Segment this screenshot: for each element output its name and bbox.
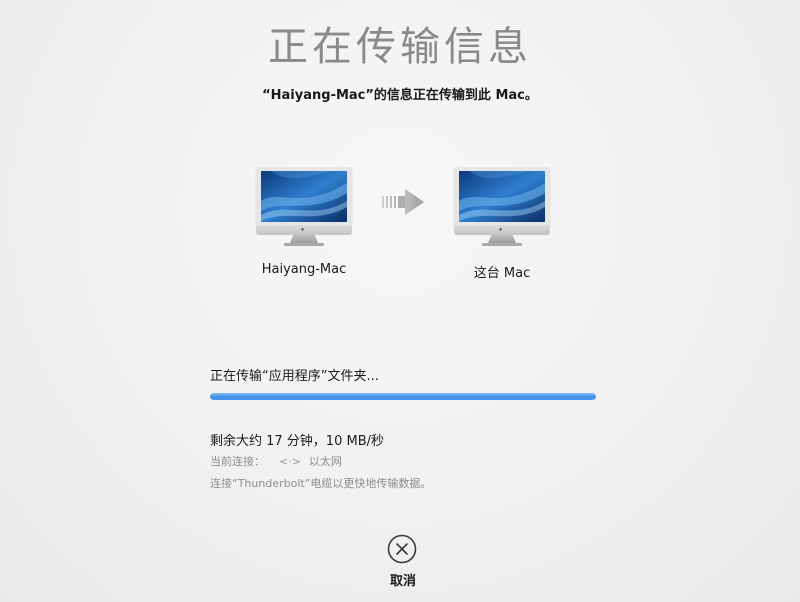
page-subtitle: “Haiyang-Mac”的信息正在传输到此 Mac。 xyxy=(262,88,538,103)
transfer-arrow-icon xyxy=(380,186,426,218)
time-remaining: 剩余大约 17 分钟，10 MB/秒 xyxy=(210,434,384,449)
connection-info: 当前连接： <·> 以太网 xyxy=(210,453,342,469)
source-imac-icon: ● xyxy=(254,166,354,246)
imac-wallpaper xyxy=(459,171,545,222)
imac-stand xyxy=(488,235,516,243)
imac-stand-base xyxy=(284,243,324,246)
apple-logo-icon: ● xyxy=(498,227,503,233)
imac-wallpaper xyxy=(261,171,347,222)
page-title: 正在传输信息 xyxy=(268,24,532,70)
target-imac-icon: ● xyxy=(452,166,552,246)
apple-logo-icon: ● xyxy=(300,227,305,233)
target-computer-label: 这台 Mac xyxy=(473,266,531,281)
imac-stand-base xyxy=(482,243,522,246)
thunderbolt-hint: 连接“Thunderbolt”电缆以更快地传输数据。 xyxy=(210,477,432,490)
connection-value: 以太网 xyxy=(308,455,342,468)
transfer-status: 正在传输“应用程序”文件夹... xyxy=(210,369,379,384)
imac-stand xyxy=(290,235,318,243)
ethernet-arrows-icon: <·> xyxy=(279,454,301,468)
cancel-x-circle-icon[interactable] xyxy=(387,534,417,564)
imac-screen-bezel xyxy=(256,167,352,225)
progress-bar xyxy=(210,393,596,400)
source-computer-label: Haiyang-Mac xyxy=(261,262,347,277)
imac-screen-bezel xyxy=(454,167,550,225)
cancel-button[interactable]: 取消 xyxy=(372,532,434,590)
progress-bar-fill xyxy=(210,393,596,400)
connection-label: 当前连接： xyxy=(210,455,265,468)
cancel-label[interactable]: 取消 xyxy=(372,570,434,589)
